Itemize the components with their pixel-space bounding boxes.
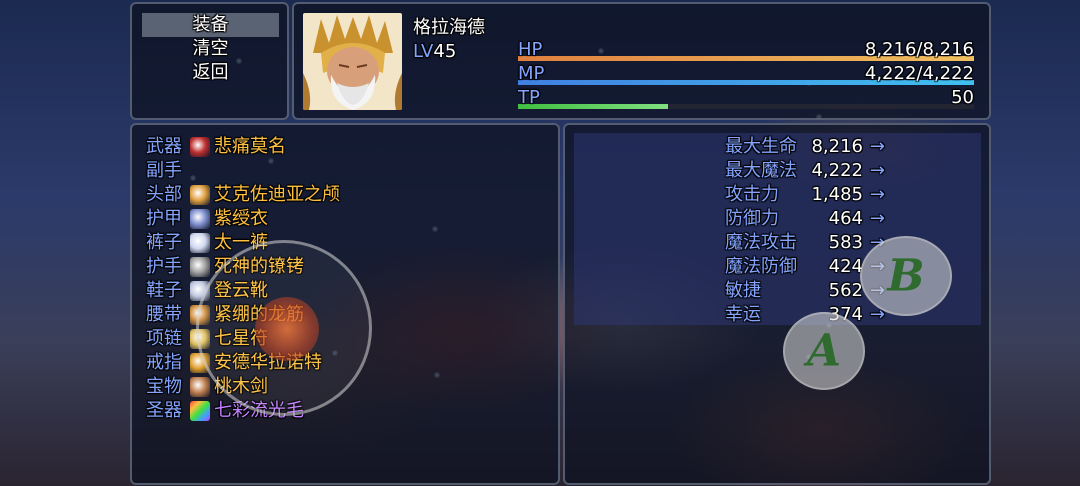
slot-label: 副手 [146, 160, 182, 181]
tp-label: TP [518, 87, 540, 108]
slot-item-name: 悲痛莫名 [214, 136, 286, 157]
param-value: 562 [828, 280, 863, 301]
param-value: 1,485 [811, 184, 863, 205]
tp-gauge-track [518, 104, 974, 109]
param-value: 464 [828, 208, 863, 229]
joystick-knob[interactable] [255, 297, 319, 361]
command-back[interactable]: 返回 [142, 61, 279, 85]
slot-label: 武器 [146, 136, 182, 157]
command-clear[interactable]: 清空 [142, 37, 279, 61]
param-name: 攻击力 [725, 184, 779, 205]
param-name: 魔法防御 [725, 256, 797, 277]
mp-value: 4,222/4,222 [864, 63, 974, 84]
tp-gauge-fill [518, 104, 669, 109]
tp-value: 50 [951, 87, 974, 108]
slot-label: 护甲 [146, 208, 182, 229]
hp-label: HP [518, 39, 543, 60]
sword-icon [190, 137, 210, 157]
right-arrow-icon: → [869, 184, 885, 205]
param-row: 最大生命 8,216 → [725, 135, 885, 159]
param-name: 敏捷 [725, 280, 761, 301]
slot-label: 宝物 [146, 376, 182, 397]
slot-label: 腰带 [146, 304, 182, 325]
slot-label: 项链 [146, 328, 182, 349]
right-arrow-icon: → [869, 160, 885, 181]
slot-label: 头部 [146, 184, 182, 205]
param-name: 最大生命 [725, 136, 797, 157]
b-button[interactable]: B [860, 236, 952, 316]
slot-label: 戒指 [146, 352, 182, 373]
actor-portrait [303, 13, 402, 110]
pants-icon [190, 233, 210, 253]
slot-item-name: 紫绶衣 [214, 208, 268, 229]
param-name: 防御力 [725, 208, 779, 229]
hp-gauge: HP 8,216/8,216 [518, 38, 974, 62]
param-row: 攻击力 1,485 → [725, 183, 885, 207]
robe-icon [190, 209, 210, 229]
slot-label: 鞋子 [146, 280, 182, 301]
level-value: 45 [433, 41, 457, 62]
param-name: 魔法攻击 [725, 232, 797, 253]
param-row: 最大魔法 4,222 → [725, 159, 885, 183]
tp-gauge: TP 50 [518, 86, 974, 110]
param-value: 4,222 [811, 160, 863, 181]
level-label: LV [413, 41, 434, 62]
skull-helm-icon [190, 185, 210, 205]
a-button-label: A [806, 325, 842, 377]
slot-label: 圣器 [146, 400, 182, 421]
mp-gauge: MP 4,222/4,222 [518, 62, 974, 86]
param-name: 幸运 [725, 304, 761, 325]
mp-label: MP [518, 63, 545, 84]
slot-item-name: 艾克佐迪亚之颅 [214, 184, 340, 205]
command-window: 装备 清空 返回 [130, 2, 289, 120]
shackles-icon [190, 257, 210, 277]
param-row: 魔法攻击 583 → [725, 231, 885, 255]
param-row: 防御力 464 → [725, 207, 885, 231]
slot-label: 护手 [146, 256, 182, 277]
actor-level: LV45 [413, 40, 456, 64]
right-arrow-icon: → [869, 136, 885, 157]
hp-value: 8,216/8,216 [864, 39, 974, 60]
a-button[interactable]: A [783, 312, 865, 390]
b-button-label: B [887, 250, 925, 302]
wooden-sword-icon [190, 377, 210, 397]
actor-name: 格拉海德 [413, 17, 485, 38]
param-value: 8,216 [811, 136, 863, 157]
status-window: 格拉海德 LV45 HP 8,216/8,216 MP 4,222/4,222 … [292, 2, 991, 120]
rainbow-feather-icon [190, 401, 210, 421]
param-value: 424 [828, 256, 863, 277]
param-value: 583 [828, 232, 863, 253]
right-arrow-icon: → [869, 208, 885, 229]
command-equip[interactable]: 装备 [142, 13, 279, 37]
param-name: 最大魔法 [725, 160, 797, 181]
slot-label: 裤子 [146, 232, 182, 253]
